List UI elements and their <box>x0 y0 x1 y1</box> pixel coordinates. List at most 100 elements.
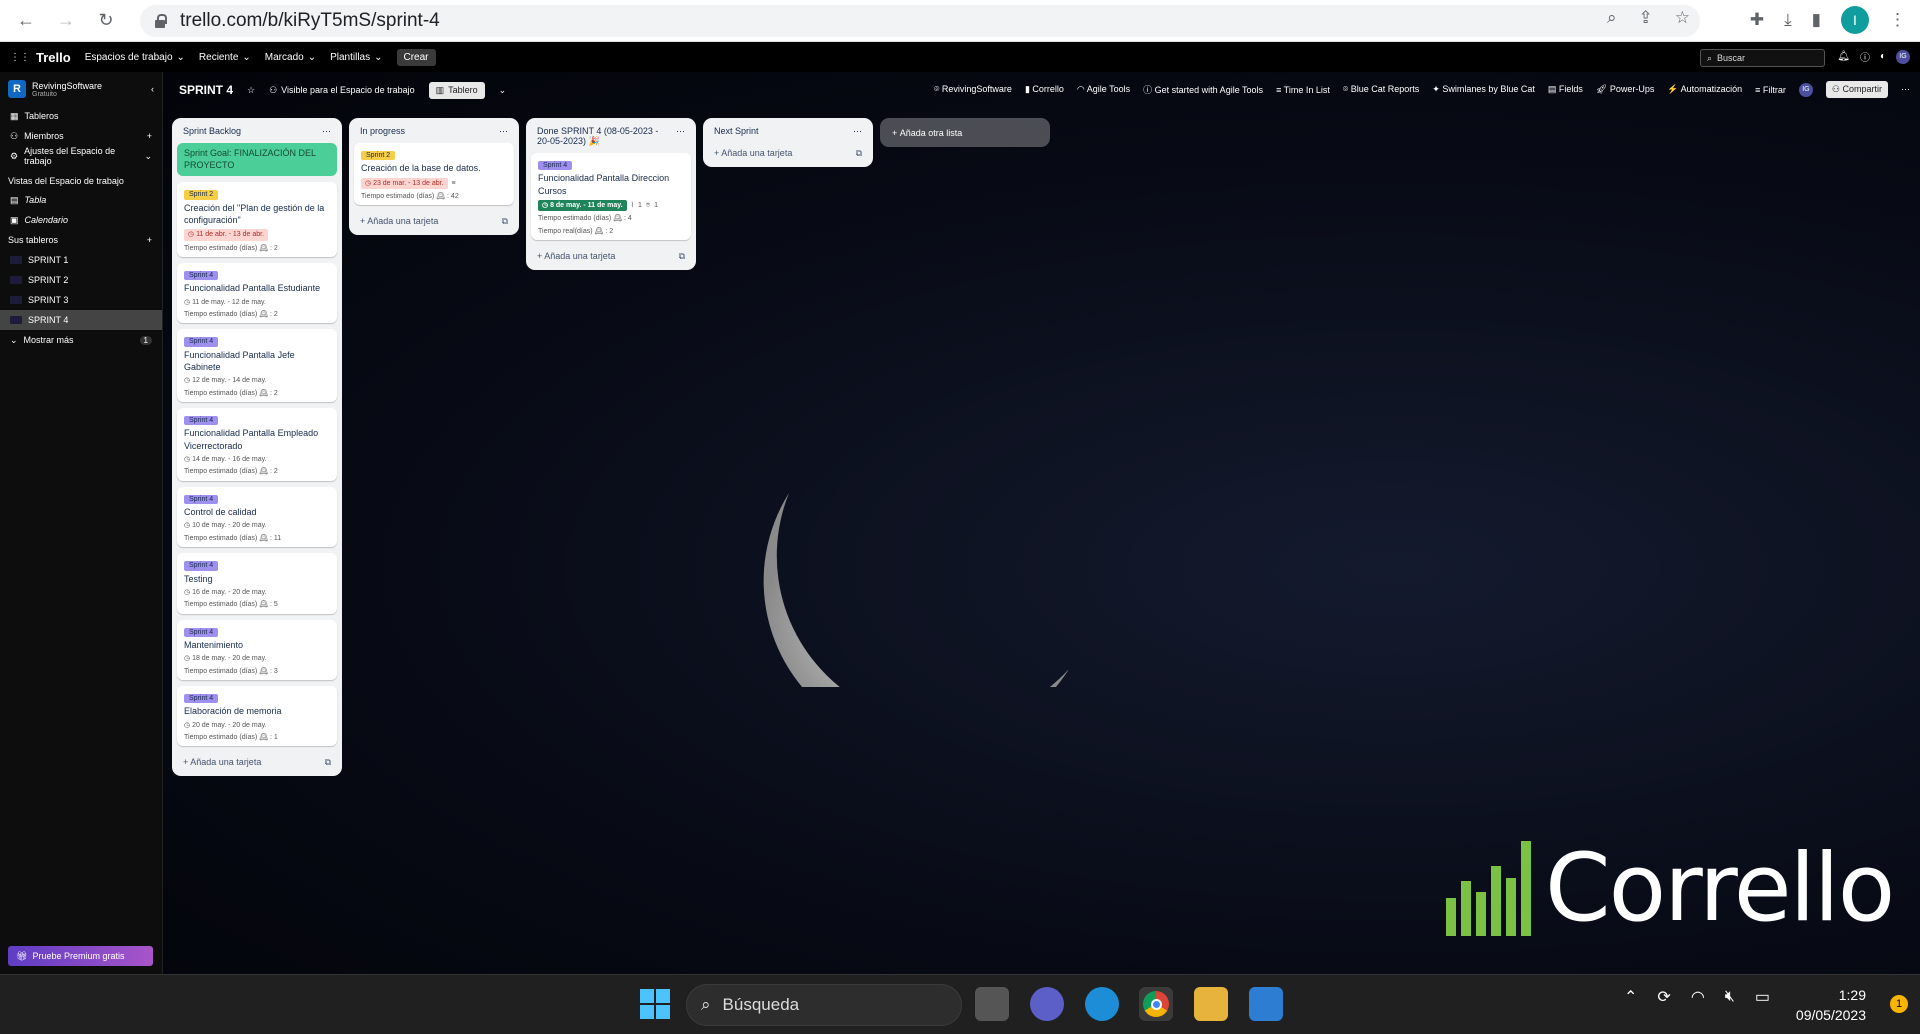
card[interactable]: Sprint 4 Testing ◷ 16 de may. - 20 de may.… <box>177 553 337 614</box>
profile-avatar[interactable]: I <box>1841 6 1869 34</box>
powerup-blue-cat-reports[interactable]: ⌾ Blue Cat Reports <box>1343 84 1419 95</box>
chrome-icon[interactable] <box>1139 987 1173 1021</box>
chrome-menu-icon[interactable]: ⋮ <box>1889 10 1906 30</box>
sidebar-board-sprint-2[interactable]: SPRINT 2 <box>0 270 162 290</box>
add-member-icon[interactable]: + <box>147 131 152 141</box>
sidebar-board-sprint-4[interactable]: SPRINT 4 <box>0 310 162 330</box>
powerup-agile-tools[interactable]: ◠ Agile Tools <box>1077 84 1130 95</box>
board-title[interactable]: SPRINT 4 <box>179 83 233 97</box>
template-icon[interactable]: ⧉ <box>325 757 331 768</box>
battery-icon[interactable]: ▭ <box>1755 987 1770 1007</box>
premium-trial-button[interactable]: 🎁︎ Pruebe Premium gratis <box>8 946 153 966</box>
due-date-badge[interactable]: ◷ 11 de may. - 12 de may. <box>184 298 266 307</box>
visibility-button[interactable]: ⚇ Visible para el Espacio de trabajo <box>269 85 415 96</box>
sidebar-item-calendar[interactable]: ▣ Calendario <box>0 210 162 230</box>
card[interactable]: Sprint 4 Funcionalidad Pantalla Direccion… <box>531 153 691 241</box>
back-icon[interactable]: ← <box>12 7 40 35</box>
trello-logo[interactable]: Trello <box>36 50 71 65</box>
card[interactable]: Sprint 2 Creación de la base de datos. ◷ 2… <box>354 143 514 206</box>
due-date-badge[interactable]: ◷ 10 de may. - 20 de may. <box>184 521 267 530</box>
add-card-button[interactable]: + Añada una tarjeta ⧉ <box>708 143 868 161</box>
address-bar[interactable]: trello.com/b/kiRyT5mS/sprint-4 <box>140 5 1700 37</box>
list-menu-icon[interactable]: ⋯ <box>853 126 862 137</box>
menu-workspaces[interactable]: Espacios de trabajo ⌄ <box>85 52 185 63</box>
chevron-down-icon[interactable]: ⌄ <box>499 85 507 96</box>
menu-templates[interactable]: Plantillas ⌄ <box>330 52 382 63</box>
due-date-badge[interactable]: ◷ 23 de mar. - 13 de abr. <box>361 177 448 190</box>
powerup-corrello[interactable]: ▮ Corrello <box>1025 84 1064 95</box>
list-title[interactable]: In progress <box>360 126 405 137</box>
due-date-badge[interactable]: ◷ 20 de may. - 20 de may. <box>184 721 267 730</box>
card[interactable]: Sprint 4 Mantenimiento ◷ 18 de may. - 20 d… <box>177 619 337 680</box>
powerup-swimlanes[interactable]: ✦ Swimlanes by Blue Cat <box>1432 84 1535 95</box>
powerup-revivingsoftware[interactable]: ⌾ RevivingSoftware <box>934 84 1012 95</box>
wifi-icon[interactable]: ◠ <box>1691 987 1705 1007</box>
sidebar-item-table[interactable]: ▤ Tabla <box>0 190 162 210</box>
add-card-button[interactable]: + Añada una tarjeta ⧉ <box>354 211 514 229</box>
theme-icon[interactable]: ◐ <box>1880 51 1886 62</box>
due-date-badge[interactable]: ◷ 12 de may. - 14 de may. <box>184 376 267 385</box>
side-panel-icon[interactable]: ▮ <box>1812 10 1821 30</box>
due-date-badge[interactable]: ◷ 8 de may. - 11 de may. <box>538 199 627 212</box>
volume-muted-icon[interactable]: 🔇︎ <box>1725 988 1735 1006</box>
notification-badge[interactable]: 1 <box>1890 995 1908 1013</box>
url-text[interactable]: trello.com/b/kiRyT5mS/sprint-4 <box>180 10 440 32</box>
sidebar-item-settings[interactable]: ⚙ Ajustes del Espacio de trabajo ⌄ <box>0 146 162 166</box>
due-date-badge[interactable]: ◷ 11 de abr. - 13 de abr. <box>184 229 269 241</box>
share-icon[interactable]: ⇪ <box>1639 8 1653 28</box>
list-menu-icon[interactable]: ⋯ <box>322 126 331 137</box>
reload-icon[interactable]: ↻ <box>92 7 120 35</box>
download-icon[interactable]: ⤓ <box>1784 10 1792 30</box>
sidebar-board-sprint-3[interactable]: SPRINT 3 <box>0 290 162 310</box>
card[interactable]: Sprint 4 Control de calidad ◷ 10 de may. -… <box>177 486 337 548</box>
card[interactable]: Sprint 4 Funcionalidad Pantalla Jefe Gabi… <box>177 329 337 403</box>
share-button[interactable]: ⚇ Compartir <box>1825 81 1888 98</box>
add-board-icon[interactable]: + <box>147 235 152 245</box>
sidebar-board-sprint-1[interactable]: SPRINT 1 <box>0 250 162 270</box>
due-date-badge[interactable]: ◷ 18 de may. - 20 de may. <box>184 654 267 663</box>
task-view-icon[interactable] <box>975 987 1009 1021</box>
board-menu-icon[interactable]: ⋯ <box>1901 84 1910 95</box>
mail-icon[interactable] <box>1249 987 1283 1021</box>
chevron-up-icon[interactable]: ⌃ <box>1624 987 1637 1007</box>
member-avatar[interactable]: IG <box>1798 82 1813 97</box>
list-menu-icon[interactable]: ⋯ <box>676 126 685 147</box>
workspace-header[interactable]: R RevivingSoftware Gratuito ‹ <box>0 72 162 106</box>
powerup-get-started[interactable]: ⓘ Get started with Agile Tools <box>1143 83 1263 96</box>
edge-icon[interactable] <box>1085 987 1119 1021</box>
filter-button[interactable]: ≡ Filtrar <box>1755 85 1786 95</box>
app-switcher-icon[interactable]: ⋮⋮ <box>10 52 30 63</box>
card-sprint-goal[interactable]: Sprint Goal: FINALIZACIÓN DEL PROYECTO <box>177 143 337 177</box>
card[interactable]: Sprint 4 Funcionalidad Pantalla Estudiant… <box>177 262 337 324</box>
card[interactable]: Sprint 4 Funcionalidad Pantalla Empleado … <box>177 408 337 481</box>
list-title[interactable]: Next Sprint <box>714 126 759 137</box>
forward-icon[interactable]: → <box>52 7 80 35</box>
powerup-fields[interactable]: ▤ Fields <box>1548 84 1583 95</box>
add-card-button[interactable]: + Añada una tarjeta ⧉ <box>177 752 337 770</box>
show-more-button[interactable]: ⌄ Mostrar más 1 <box>0 330 162 350</box>
menu-recent[interactable]: Reciente ⌄ <box>199 52 251 63</box>
sync-icon[interactable]: ⟳ <box>1657 987 1670 1007</box>
template-icon[interactable]: ⧉ <box>679 251 685 262</box>
list-menu-icon[interactable]: ⋯ <box>499 126 508 137</box>
powerups-button[interactable]: 🚀︎ Power-Ups <box>1596 84 1654 95</box>
card[interactable]: Sprint 4 Elaboración de memoria ◷ 20 de ma… <box>177 685 337 747</box>
due-date-badge[interactable]: ◷ 16 de may. - 20 de may. <box>184 588 267 597</box>
user-avatar[interactable]: IG <box>1896 49 1910 64</box>
help-icon[interactable]: ⓘ <box>1860 49 1870 64</box>
windows-start-icon[interactable] <box>640 989 670 1019</box>
collapse-sidebar-icon[interactable]: ‹ <box>151 84 154 94</box>
clock[interactable]: 1:29 09/05/2023 <box>1796 985 1866 1025</box>
list-title[interactable]: Done SPRINT 4 (08-05-2023 - 20-05-2023) … <box>537 126 672 147</box>
template-icon[interactable]: ⧉ <box>856 148 862 159</box>
add-card-button[interactable]: + Añada una tarjeta ⧉ <box>531 246 691 264</box>
file-explorer-icon[interactable] <box>1194 987 1228 1021</box>
due-date-badge[interactable]: ◷ 14 de may. - 16 de may. <box>184 455 267 464</box>
add-list-button[interactable]: + Añada otra lista <box>880 118 1050 147</box>
create-button[interactable]: Crear <box>396 48 436 66</box>
teams-icon[interactable] <box>1030 987 1064 1021</box>
bookmark-star-icon[interactable]: ☆ <box>1675 8 1690 28</box>
list-title[interactable]: Sprint Backlog <box>183 126 241 137</box>
zoom-icon[interactable]: ⌕ <box>1607 8 1617 28</box>
card[interactable]: Sprint 2 Creación del "Plan de gestión de… <box>177 182 337 257</box>
